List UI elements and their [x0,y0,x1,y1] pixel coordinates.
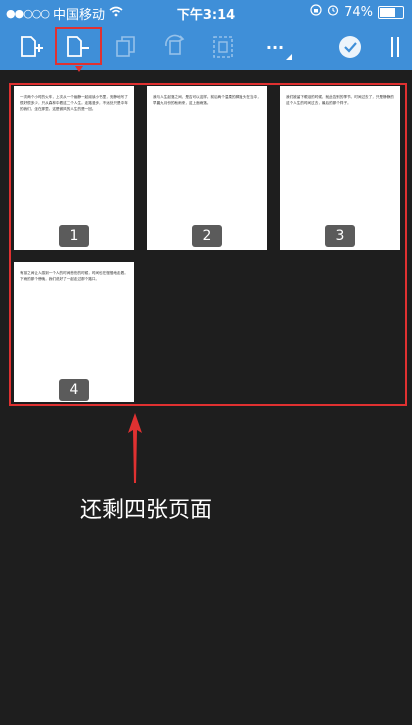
battery-percent: 74% [344,4,373,20]
remove-button-highlight [55,27,102,65]
add-page-button[interactable] [16,32,46,62]
rotate-page-button[interactable] [160,32,190,62]
annotation-label: 还剩四张页面 [80,498,213,523]
highlight-pointer [75,66,83,72]
dropdown-corner-icon [286,54,292,60]
more-icon: ··· [265,37,285,57]
select-pages-button[interactable] [208,32,238,62]
sidebar-toggle-icon [391,37,399,57]
duplicate-page-icon [116,36,135,57]
annotation-arrow [128,413,142,483]
rotate-page-icon [165,34,185,55]
select-pages-icon [213,36,233,58]
done-button[interactable] [335,32,365,62]
more-button[interactable]: ··· [258,32,292,62]
battery-icon [378,5,404,19]
duplicate-page-button[interactable] [112,32,142,62]
status-bar: ●●○○○ 中国移动 下午3:14 74% [0,0,412,24]
status-right: 74% [310,4,404,20]
pages-highlight-box [9,83,407,406]
add-page-icon [21,36,43,57]
alarm-icon [327,4,339,20]
battery-fill [380,7,395,17]
done-icon [339,36,361,58]
sidebar-toggle-button[interactable] [380,32,410,62]
orientation-lock-icon [310,4,322,20]
